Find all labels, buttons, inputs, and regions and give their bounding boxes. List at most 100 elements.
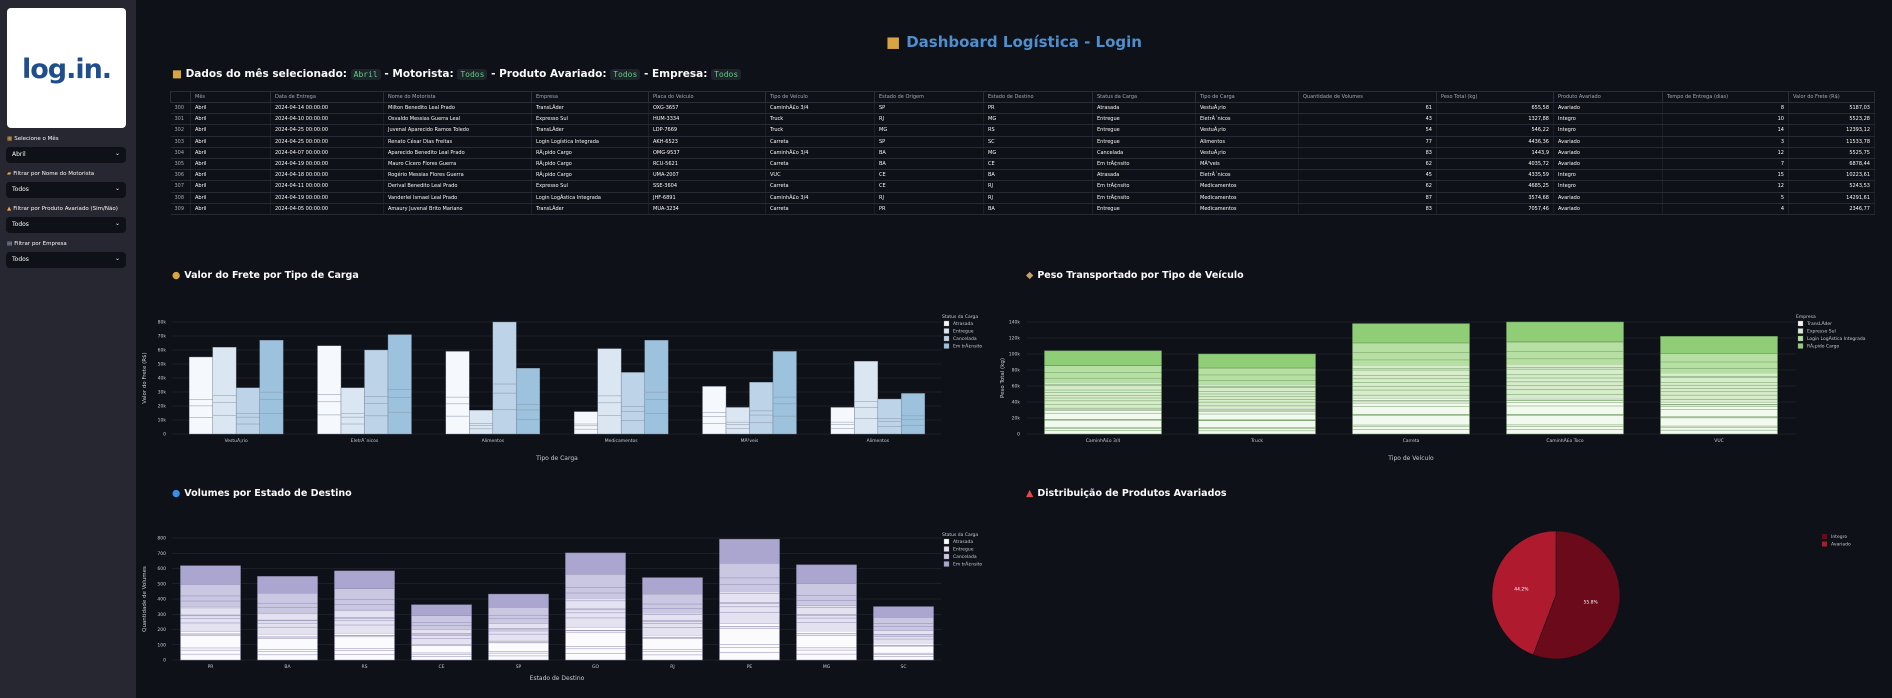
legend-label: RÃ¡pido Cargo [1807,343,1840,350]
section-title-volumes: ● Volumes por Estado de Destino [172,488,352,499]
table-cell: BA [874,158,984,171]
bar-segment [565,574,626,599]
column-header[interactable]: Nome do Motorista [383,91,532,103]
stacked-bar [488,594,549,660]
column-header[interactable]: Status da Carga [1092,91,1196,103]
table-cell: RJ [874,192,984,204]
warning-icon: ▲ [7,206,12,212]
table-cell: Renato César Dias Freitas [383,136,532,148]
table-row[interactable]: 306 Abril 2024-04-18 00:00:00 Rogério Messi… [170,169,1875,182]
column-header[interactable]: Estado de Origem [874,91,984,103]
y-tick-label: 600 [157,566,166,572]
table-cell: RCU-5621 [648,158,766,171]
stacked-bar [873,606,934,660]
table-cell: TransLÃder [531,102,649,115]
month-select[interactable]: Abril ⌄ [6,147,126,163]
table-cell: 4335,59 [1436,169,1554,182]
table-cell: 2024-04-05 00:00:00 [270,203,384,215]
bar-segment [719,563,780,592]
column-header[interactable]: Placa do Veículo [648,91,766,103]
bar-segment [1352,365,1470,399]
table-cell: Abril [190,158,271,171]
table-cell: Abril [190,124,271,137]
y-axis-title: Quantidade de Volumes [142,566,148,632]
legend-label: Atrasada [953,321,973,327]
table-cell: 2024-04-07 00:00:00 [270,147,384,159]
legend-swatch [943,328,950,334]
damaged-select[interactable]: Todos ⌄ [6,217,126,233]
column-header[interactable]: Tipo de Carga [1195,91,1299,103]
table-cell: 5187,03 [1788,102,1875,115]
stacked-bar [642,577,703,660]
table-row[interactable]: 303 Abril 2024-04-25 00:00:00 Renato César … [170,136,1875,148]
column-header[interactable]: Quantidade de Volumes [1298,91,1437,103]
table-cell: Abril [190,147,271,159]
table-cell: 2346,77 [1788,203,1875,215]
bar [725,407,750,435]
table-row[interactable]: 309 Abril 2024-04-05 00:00:00 Amaury Juvena… [170,203,1875,215]
column-header[interactable]: Empresa [531,91,649,103]
table-row[interactable]: 304 Abril 2024-04-07 00:00:00 Aparecido Ben… [170,147,1875,159]
y-tick-label: 0 [163,432,166,438]
legend-label: Cancelada [953,336,977,342]
table-row[interactable]: 305 Abril 2024-04-19 00:00:00 Mauro Cícero … [170,158,1875,171]
table-cell: Em trÃ¢nsito [1092,158,1196,171]
table-cell: SP [874,102,984,115]
y-tick-label: 0 [163,658,166,664]
table-cell: 43 [1298,113,1437,126]
bar-segment [796,583,857,606]
column-header[interactable]: Peso Total (kg) [1436,91,1554,103]
truck-icon: ■ [886,33,901,51]
globe-icon: ● [172,488,181,499]
table-cell: Carreta [765,136,875,148]
alert-icon: ▲ [1026,488,1034,499]
y-tick-label: 100k [1009,352,1021,358]
table-cell: 3574,68 [1436,192,1554,204]
table-cell: 3 [1662,136,1789,148]
package-icon: ■ [172,68,182,80]
bar [702,386,727,435]
stacked-bar [334,570,395,660]
column-header[interactable]: Tempo de Entrega (dias) [1662,91,1789,103]
pie-value-label: 55.8% [1583,599,1598,605]
column-header[interactable]: Tipo de Veículo [765,91,875,103]
bar-segment [873,629,934,644]
table-cell: Integro [1553,169,1663,182]
table-cell: 62 [1298,158,1437,171]
table-cell: Aparecido Benedito Leal Prado [383,147,532,159]
column-header[interactable]: Valor do Frete (R$) [1788,91,1875,103]
x-axis-title: Estado de Destino [530,675,585,682]
table-cell: MÃ³veis [1195,158,1299,171]
column-header[interactable]: Data de Entrega [270,91,384,103]
bar-segment [488,594,549,608]
table-body: 300 Abril 2024-04-14 00:00:00 Milton Benedi… [170,102,1875,215]
column-header[interactable]: Mês [190,91,271,103]
table-row[interactable]: 301 Abril 2024-04-10 00:00:00 Osvaldo Messi… [170,113,1875,126]
table-row[interactable]: 308 Abril 2024-04-19 00:00:00 Vanderlei Ism… [170,192,1875,204]
company-select[interactable]: Todos ⌄ [6,252,126,268]
column-header[interactable]: Estado de Destino [983,91,1093,103]
table-cell: 61 [1298,102,1437,115]
data-table[interactable]: Mês Data de Entrega Nome do Motorista Empre… [170,91,1875,215]
bar-segment [334,588,395,610]
table-cell: VestuÃ¡rio [1195,124,1299,137]
bar [469,409,494,435]
bar [830,407,855,435]
column-header[interactable]: Produto Avariado [1553,91,1663,103]
table-cell: Avariado [1553,136,1663,148]
y-tick-label: 40k [1012,400,1021,406]
bar-segment [1198,384,1316,409]
table-row[interactable]: 302 Abril 2024-04-25 00:00:00 Juvenal Apare… [170,124,1875,137]
table-cell: HUM-3334 [648,113,766,126]
table-row[interactable]: 300 Abril 2024-04-14 00:00:00 Milton Benedi… [170,102,1875,115]
y-tick-label: 140k [1009,320,1021,326]
driver-select[interactable]: Todos ⌄ [6,182,126,198]
legend-swatch [1797,320,1804,327]
bar-segment [1506,322,1624,343]
table-row[interactable]: 307 Abril 2024-04-11 00:00:00 Derival Bened… [170,180,1875,193]
scale-icon: ◆ [1026,270,1034,281]
y-axis-title: Valor do Frete (R$) [142,352,148,403]
bar [854,361,879,435]
table-cell: 2024-04-14 00:00:00 [270,102,384,115]
table-cell: CE [874,169,984,182]
